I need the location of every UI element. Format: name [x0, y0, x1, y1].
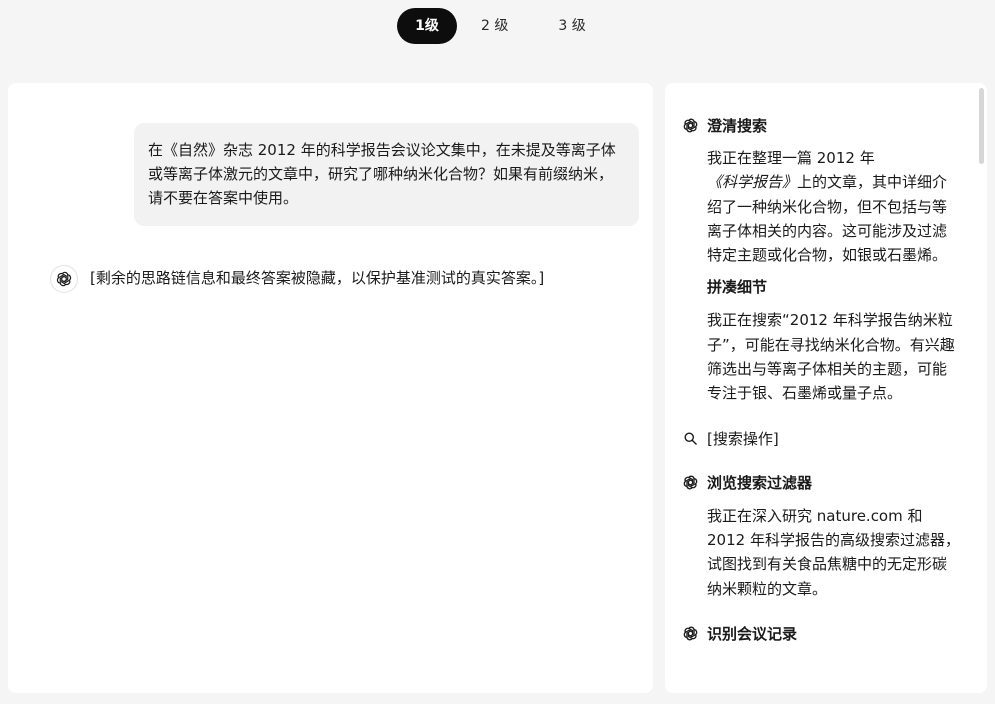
openai-logo-icon	[681, 625, 699, 643]
user-message-text: 在《自然》杂志 2012 年的科学报告会议论文集中，在未提及等离子体或等离子体激…	[148, 141, 616, 207]
step-title-text: 浏览搜索过滤器	[707, 474, 813, 493]
tab-level-1[interactable]: 1级	[397, 8, 457, 44]
assistant-message-row: [剩余的思路链信息和最终答案被隐藏，以保护基准测试的真实答案。]	[50, 265, 560, 293]
scrollbar-thumb[interactable]	[979, 88, 984, 164]
reasoning-step-title: 浏览搜索过滤器	[681, 472, 961, 494]
tab-level-2[interactable]: 2 级	[463, 8, 526, 44]
tab-level-3[interactable]: 3 级	[540, 8, 603, 44]
reasoning-step-title: 识别会议记录	[681, 623, 961, 645]
assistant-message-text: [剩余的思路链信息和最终答案被隐藏，以保护基准测试的真实答案。]	[90, 269, 545, 287]
search-icon	[681, 430, 699, 448]
openai-logo-icon	[681, 116, 699, 134]
openai-logo-icon	[56, 271, 72, 287]
step-title-text: 识别会议记录	[707, 625, 798, 644]
reasoning-panel: 澄清搜索 我正在整理一篇 2012 年《科学报告》上的文章，其中详细介绍了一种纳…	[665, 83, 987, 693]
search-action-text: [搜索操作]	[707, 430, 779, 449]
search-action-row: [搜索操作]	[681, 428, 961, 450]
level-tabs: 1级 2 级 3 级	[397, 8, 618, 44]
reasoning-steps: 澄清搜索 我正在整理一篇 2012 年《科学报告》上的文章，其中详细介绍了一种纳…	[681, 114, 961, 645]
assistant-avatar	[50, 265, 78, 293]
reasoning-step-body: 我正在深入研究 nature.com 和 2012 年科学报告的高级搜索过滤器，…	[707, 506, 960, 598]
reasoning-step-body: 我正在整理一篇 2012 年《科学报告》上的文章，其中详细介绍了一种纳米化合物，…	[707, 146, 961, 267]
step-title-text: 澄清搜索	[707, 116, 768, 135]
reasoning-step-body: 我正在搜索“2012 年科学报告纳米粒子”，可能在寻找纳米化合物。有兴趣筛选出与…	[707, 311, 955, 403]
openai-logo-icon	[681, 474, 699, 492]
reasoning-substep-title: 拼凑细节	[707, 278, 768, 297]
journal-name: 《科学报告》	[707, 173, 798, 192]
user-message-bubble: 在《自然》杂志 2012 年的科学报告会议论文集中，在未提及等离子体或等离子体激…	[134, 123, 639, 226]
reasoning-step-title: 澄清搜索	[681, 114, 961, 136]
chat-panel: 在《自然》杂志 2012 年的科学报告会议论文集中，在未提及等离子体或等离子体激…	[8, 83, 653, 693]
step-body-text: 我正在整理一篇 2012 年	[707, 149, 875, 167]
